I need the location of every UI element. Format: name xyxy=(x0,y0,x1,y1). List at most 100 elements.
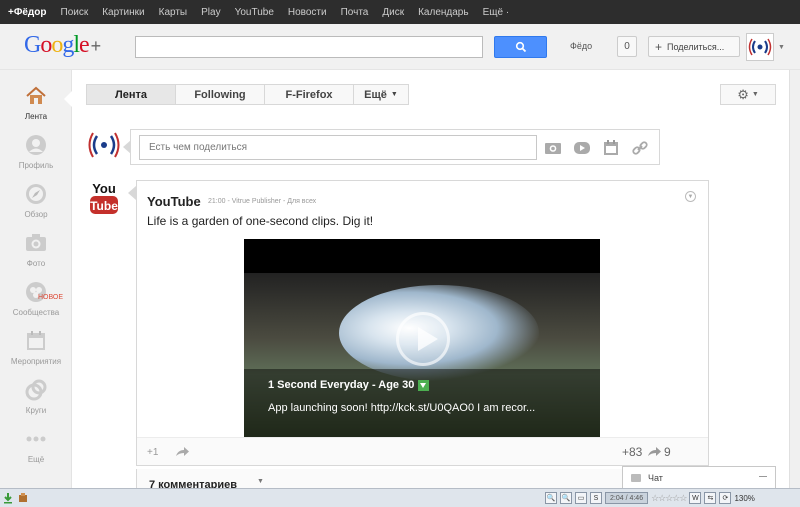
sidebar-item-label: Профиль xyxy=(18,161,54,170)
account-avatar[interactable] xyxy=(746,33,774,61)
broadcast-avatar-icon xyxy=(748,38,772,56)
events-icon xyxy=(27,331,45,350)
tab-following[interactable]: Following xyxy=(176,84,265,105)
post-text: Life is a garden of one-second clips. Di… xyxy=(147,214,374,228)
plus-one-count[interactable]: +83 xyxy=(622,445,642,459)
sidebar-item-events[interactable]: Мероприятия xyxy=(0,329,72,366)
chat-panel[interactable]: Чат xyxy=(622,466,776,488)
google-plus-logo[interactable]: Google + xyxy=(24,32,101,59)
web-icon[interactable]: W xyxy=(689,492,702,504)
event-icon[interactable] xyxy=(602,139,620,157)
new-badge: НОВОЕ xyxy=(38,294,64,301)
download-icon[interactable] xyxy=(418,379,430,391)
notifications-count[interactable]: 0 xyxy=(617,36,637,57)
user-avatar[interactable] xyxy=(86,127,122,163)
sidebar-item-photos[interactable]: Фото xyxy=(0,231,72,268)
gbar-news-link[interactable]: Новости xyxy=(288,7,327,18)
zoom-out-icon[interactable]: 🔍 xyxy=(545,492,557,504)
play-icon[interactable] xyxy=(396,312,450,366)
google-bar: +Фёдор Поиск Картинки Карты Play YouTube… xyxy=(0,0,800,24)
share-button[interactable]: + Поделиться... xyxy=(648,36,740,57)
circles-icon xyxy=(25,379,47,401)
skype-icon[interactable]: S xyxy=(590,492,602,504)
video-player[interactable]: 1 Second Everyday - Age 30 App launching… xyxy=(244,239,600,437)
chat-icon xyxy=(631,474,641,482)
gbar-mail-link[interactable]: Почта xyxy=(341,7,369,18)
sidebar-item-label: Фото xyxy=(26,259,46,268)
link-icon[interactable] xyxy=(631,139,649,157)
sharebox: Есть чем поделиться xyxy=(130,129,660,165)
sidebar-item-more[interactable]: Ещё xyxy=(0,427,72,464)
youtube-logo-icon: You Tube xyxy=(90,181,118,214)
gbar-images-link[interactable]: Картинки xyxy=(102,7,144,18)
zoom-level[interactable]: 130% xyxy=(734,494,754,503)
settings-button[interactable]: ⚙ ▼ xyxy=(720,84,776,105)
translate-icon[interactable]: ⇆ xyxy=(704,492,717,504)
sidebar-item-communities[interactable]: НОВОЕ Сообщества xyxy=(0,280,72,317)
post-meta: 21:00 - Vitrue Publisher - Для всех xyxy=(208,198,317,205)
gbar-profile-link[interactable]: +Фёдор xyxy=(8,7,47,18)
sidebar: Лента Профиль Обзор Фото НОВОЕ Сообществ… xyxy=(0,70,72,488)
plus-icon: + xyxy=(655,39,663,54)
user-name[interactable]: Фёдо xyxy=(570,41,592,51)
search-button[interactable] xyxy=(494,36,547,58)
svg-text:Tube: Tube xyxy=(90,199,118,213)
post-menu-chevron-icon[interactable]: ▼ xyxy=(685,191,696,202)
page-info-icon[interactable]: ▭ xyxy=(575,492,587,504)
gbar-search-link[interactable]: Поиск xyxy=(61,7,89,18)
post-author[interactable]: YouTube xyxy=(147,194,201,209)
zoom-in-icon[interactable]: 🔍 xyxy=(560,492,572,504)
addon-extension-icon[interactable] xyxy=(17,492,29,504)
expand-comments-icon[interactable]: ▼ xyxy=(257,478,264,485)
home-icon xyxy=(26,86,46,104)
post-pointer xyxy=(128,186,136,200)
rating-stars-icon[interactable]: ☆☆☆☆☆ xyxy=(651,493,687,504)
share-input[interactable]: Есть чем поделиться xyxy=(139,135,537,160)
media-time: 2:04 / 4:46 xyxy=(605,492,649,504)
explore-icon xyxy=(26,184,46,204)
sidebar-item-profile[interactable]: Профиль xyxy=(0,133,72,170)
video-title[interactable]: 1 Second Everyday - Age 30 xyxy=(268,379,430,391)
chevron-down-icon: ▼ xyxy=(390,91,398,98)
share-count[interactable]: 9 xyxy=(647,445,671,459)
search-icon xyxy=(515,41,526,53)
gbar-play-link[interactable]: Play xyxy=(201,7,220,18)
gbar-calendar-link[interactable]: Календарь xyxy=(418,7,468,18)
minimize-icon[interactable] xyxy=(759,476,767,477)
video-description: App launching soon! http://kck.st/U0QAO0… xyxy=(268,402,536,414)
gbar-maps-link[interactable]: Карты xyxy=(159,7,188,18)
video-icon[interactable] xyxy=(573,139,591,157)
page-scrollbar[interactable] xyxy=(789,70,800,488)
more-icon xyxy=(26,436,46,442)
camera-icon[interactable] xyxy=(544,139,562,157)
plus-one-button[interactable]: +1 xyxy=(147,447,158,458)
gbar-youtube-link[interactable]: YouTube xyxy=(235,7,274,18)
stream-tabs: Лента Following F-Firefox Ещё ▼ xyxy=(86,84,409,105)
addon-download-icon[interactable] xyxy=(2,492,14,504)
sidebar-item-explore[interactable]: Обзор xyxy=(0,182,72,219)
sidebar-active-pointer xyxy=(64,90,73,108)
sidebar-item-label: Лента xyxy=(24,112,48,121)
sync-icon[interactable]: ⟳ xyxy=(719,492,732,504)
tab-more[interactable]: Ещё ▼ xyxy=(354,84,409,105)
search-input[interactable] xyxy=(135,36,483,58)
video-title-text: 1 Second Everyday - Age 30 xyxy=(268,379,415,391)
gear-icon: ⚙ xyxy=(737,86,749,102)
chevron-down-icon: ▼ xyxy=(751,91,759,98)
chat-label: Чат xyxy=(648,473,663,483)
sidebar-item-label: Сообщества xyxy=(12,308,60,317)
sidebar-item-feed[interactable]: Лента xyxy=(0,84,72,121)
sidebar-item-label: Круги xyxy=(25,406,47,415)
tab-f-firefox[interactable]: F-Firefox xyxy=(265,84,354,105)
broadcast-avatar-icon xyxy=(88,132,120,158)
share-arrow-icon[interactable] xyxy=(175,447,189,457)
gbar-drive-link[interactable]: Диск xyxy=(382,7,404,18)
gbar-more-link[interactable]: Ещё · xyxy=(483,7,510,18)
browser-status-bar: 🔍 🔍 ▭ S 2:04 / 4:46 ☆☆☆☆☆ W ⇆ ⟳ 130% xyxy=(0,488,800,507)
youtube-avatar[interactable]: You Tube xyxy=(88,180,120,216)
sidebar-item-label: Ещё xyxy=(27,455,45,464)
account-caret-icon[interactable]: ▼ xyxy=(778,44,785,51)
share-button-label: Поделиться... xyxy=(667,41,725,52)
tab-feed[interactable]: Лента xyxy=(86,84,176,105)
sidebar-item-circles[interactable]: Круги xyxy=(0,378,72,415)
